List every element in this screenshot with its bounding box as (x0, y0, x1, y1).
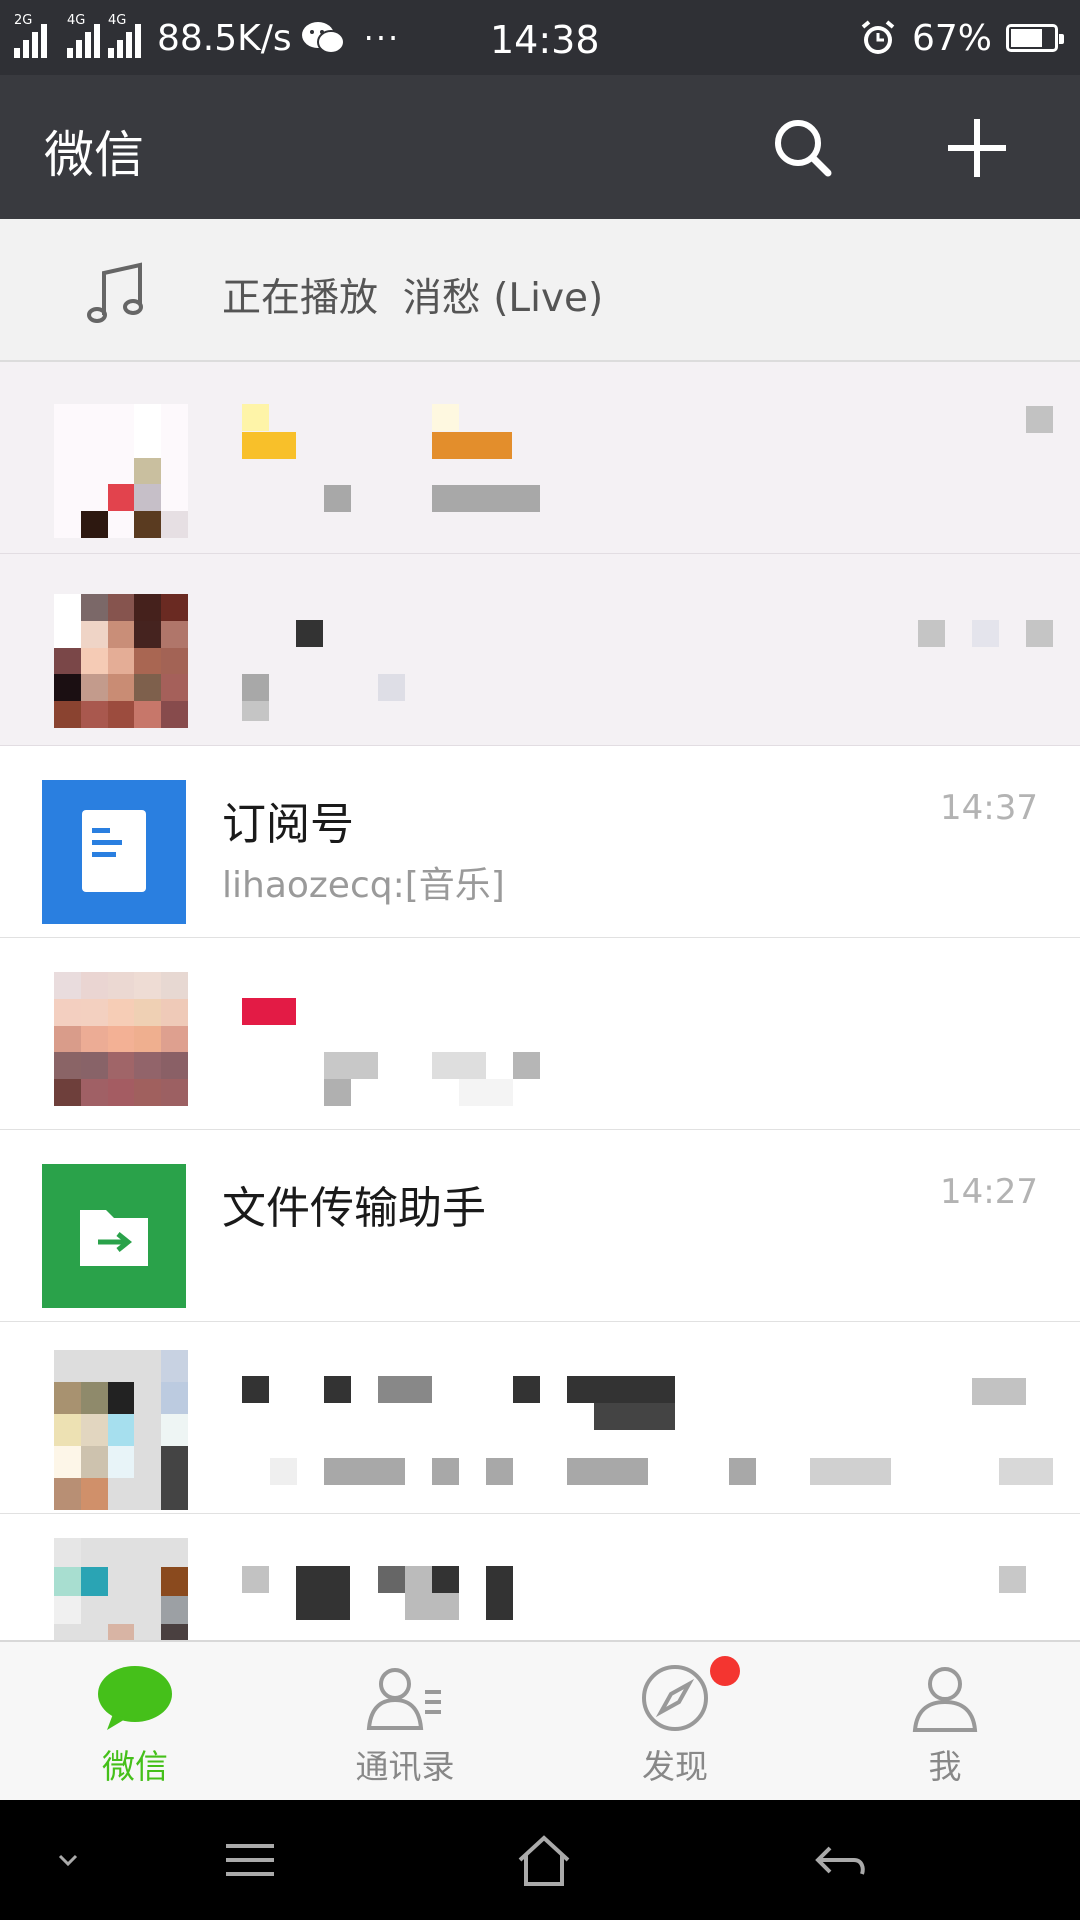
avatar (54, 594, 188, 728)
status-left: 2G 4G 4G 88.5K/s ··· (14, 14, 400, 62)
chat-name: 文件传输助手 (222, 1183, 486, 1234)
tab-contacts[interactable]: 通讯录 (270, 1642, 540, 1802)
menu-button[interactable] (220, 1830, 280, 1890)
tab-label: 我 (928, 1747, 962, 1786)
wechat-notification-icon (301, 22, 345, 54)
tab-label: 通讯录 (355, 1747, 455, 1786)
network-type-label: 2G (14, 13, 33, 28)
title-bar: 微信 (0, 75, 1080, 219)
tab-discover[interactable]: 发现 (540, 1642, 810, 1802)
now-playing-text: 正在播放 消愁 (Live) (222, 276, 604, 321)
home-icon (518, 1835, 570, 1886)
chat-bubble-icon (98, 1666, 172, 1730)
chat-item[interactable] (0, 362, 1080, 554)
search-button[interactable] (768, 113, 838, 183)
bottom-nav: 微信 通讯录 发现 我 (0, 1640, 1080, 1800)
chat-time: 14:37 (940, 788, 1038, 828)
music-note-icon (87, 262, 143, 323)
menu-icon (226, 1844, 274, 1876)
avatar (54, 972, 188, 1106)
network-type-label: 4G (67, 13, 86, 28)
tab-wechat[interactable]: 微信 (0, 1642, 270, 1802)
status-time: 14:38 (490, 18, 600, 62)
network-type-label: 4G (108, 13, 127, 28)
plus-icon (948, 119, 1006, 177)
search-icon (775, 120, 832, 177)
system-nav-bar (0, 1800, 1080, 1920)
network-speed: 88.5K/s (157, 17, 292, 59)
now-playing-bar[interactable]: 正在播放 消愁 (Live) (0, 219, 1080, 362)
back-button[interactable] (810, 1830, 870, 1890)
avatar (54, 404, 188, 538)
alarm-icon (861, 20, 895, 54)
chat-item[interactable] (0, 1322, 1080, 1514)
home-button[interactable] (514, 1830, 574, 1890)
hide-nav-button[interactable] (38, 1830, 98, 1890)
signal-4g-icon: 4G (67, 14, 100, 58)
file-transfer-icon (42, 1164, 186, 1308)
chat-item-file-transfer[interactable]: 文件传输助手 14:27 (0, 1130, 1080, 1322)
chat-preview: lihaozecq:[音乐] (222, 865, 505, 906)
status-bar: 2G 4G 4G 88.5K/s ··· 14:38 67% (0, 0, 1080, 75)
signal-4g-icon: 4G (108, 14, 141, 58)
battery-percent: 67% (911, 17, 992, 59)
add-button[interactable] (942, 113, 1012, 183)
person-icon (912, 1667, 978, 1732)
chevron-down-icon (58, 1854, 78, 1867)
tab-label: 发现 (642, 1747, 708, 1786)
chat-item[interactable] (0, 938, 1080, 1130)
signal-2g-icon: 2G (14, 14, 47, 58)
tab-label: 微信 (102, 1747, 168, 1786)
contacts-icon (366, 1668, 441, 1730)
back-icon (815, 1846, 865, 1875)
battery-icon (1006, 24, 1064, 52)
page-title: 微信 (44, 126, 144, 184)
compass-icon (642, 1665, 708, 1731)
status-right: 67% (858, 14, 1064, 62)
avatar (54, 1538, 188, 1640)
chat-item-subscriptions[interactable]: 订阅号 lihaozecq:[音乐] 14:37 (0, 746, 1080, 938)
chat-item[interactable] (0, 554, 1080, 746)
tab-me[interactable]: 我 (810, 1642, 1080, 1802)
more-indicator: ··· (363, 19, 401, 57)
avatar (54, 1350, 188, 1510)
subscription-icon (42, 780, 186, 924)
chat-time: 14:27 (940, 1172, 1038, 1212)
chat-name: 订阅号 (222, 799, 354, 850)
chat-item[interactable] (0, 1514, 1080, 1640)
notification-badge (710, 1656, 740, 1686)
